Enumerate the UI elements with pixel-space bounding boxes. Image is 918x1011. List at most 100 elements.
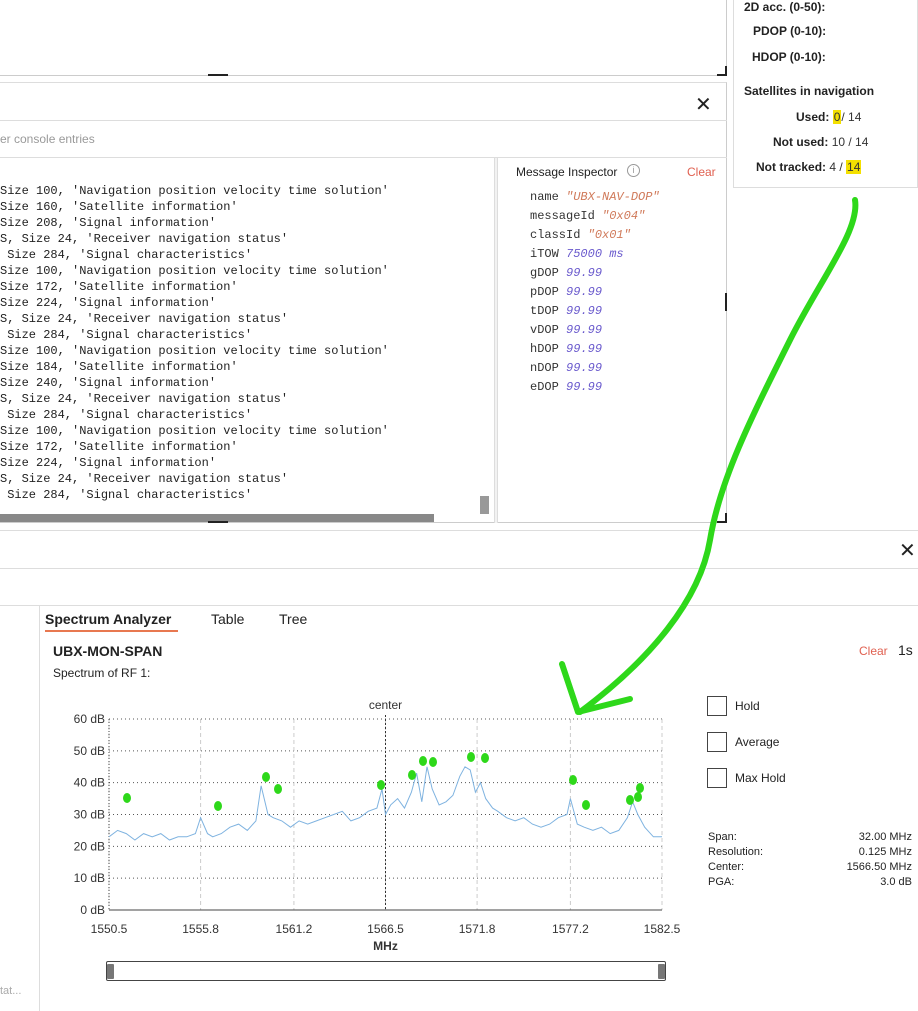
status-panel: 2D acc. (0-50): PDOP (0-10): HDOP (0-10)… [733, 0, 918, 188]
log-line: Size 284, 'Signal characteristics' [0, 488, 253, 502]
spectrum-close-icon[interactable]: ✕ [899, 538, 916, 563]
tab-tree[interactable]: Tree [279, 611, 307, 627]
field-value: 99.99 [566, 304, 603, 318]
log-line: Size 284, 'Signal characteristics' [0, 328, 253, 342]
not-tracked-row: Not tracked: 4 / 14 [756, 160, 862, 174]
inspector-clear-button[interactable]: Clear [687, 165, 716, 179]
used-total: / 14 [841, 110, 862, 124]
side-resize-handle[interactable] [725, 293, 727, 311]
range-handle-right[interactable] [658, 964, 665, 979]
inspector-field: gDOP 99.99 [530, 264, 660, 283]
field-value: "0x04" [602, 209, 646, 223]
inspector-body: name "UBX-NAV-DOP" messageId "0x04" classI… [530, 188, 660, 397]
spectrum-chart: 0 dB 10 dB 20 dB 30 dB 40 dB 50 dB 60 dB 1550.5… [74, 698, 681, 953]
hold-checkbox-box[interactable] [707, 696, 727, 716]
acc2d-label: 2D acc. (0-50): [744, 0, 826, 14]
spectrum-stats: Span: 32.00 MHz Resolution: 0.125 MHz Cent… [708, 830, 912, 890]
inspector-field: vDOP 99.99 [530, 321, 660, 340]
inspector-field: hDOP 99.99 [530, 340, 660, 359]
log-line: S, Size 24, 'Receiver navigation status' [0, 312, 289, 326]
log-line: Size 100, 'Navigation position velocity … [0, 344, 389, 358]
console-corner-resize-icon[interactable] [717, 513, 727, 523]
hold-checkbox[interactable]: Hold [707, 696, 760, 716]
field-key: eDOP [530, 380, 559, 394]
info-icon[interactable]: i [627, 164, 640, 177]
log-line: Size 284, 'Signal characteristics' [0, 408, 253, 422]
log-line: Size 100, 'Navigation position velocity … [0, 264, 389, 278]
spectrum-clear-button[interactable]: Clear [859, 644, 888, 658]
y-tick-label: 40 dB [74, 776, 105, 790]
max-hold-checkbox[interactable]: Max Hold [707, 768, 786, 788]
middle-resize-handle[interactable] [208, 521, 228, 523]
console-log[interactable]: Size 100, 'Navigation position velocity … [0, 183, 492, 513]
satellites-title: Satellites in navigation [744, 84, 875, 98]
stat-resolution: Resolution: 0.125 MHz [708, 846, 912, 858]
inspector-field: name "UBX-NAV-DOP" [530, 188, 660, 207]
x-tick-label: 1550.5 [91, 922, 128, 936]
top-corner-resize-icon[interactable] [717, 66, 727, 76]
field-key: pDOP [530, 285, 559, 299]
hold-label: Hold [735, 699, 760, 713]
inspector-field: eDOP 99.99 [530, 378, 660, 397]
not-tracked-label: Not tracked: [756, 160, 827, 174]
stat-pga: PGA: 3.0 dB [708, 876, 912, 888]
average-checkbox[interactable]: Average [707, 732, 779, 752]
field-value: "0x01" [587, 228, 631, 242]
x-axis-label: MHz [373, 939, 398, 953]
y-tick-label: 0 dB [80, 903, 105, 917]
spectrum-toolbar [0, 568, 918, 606]
used-row: Used: 0/ 14 [796, 110, 861, 124]
not-tracked-total: 14 [846, 160, 862, 174]
inspector-field: classId "0x01" [530, 226, 660, 245]
field-key: name [530, 190, 559, 204]
console-filter-input[interactable] [0, 128, 400, 150]
spectrum-subtitle: Spectrum of RF 1: [53, 666, 151, 680]
field-key: gDOP [530, 266, 559, 280]
x-tick-label: 1577.2 [552, 922, 589, 936]
max-hold-checkbox-box[interactable] [707, 768, 727, 788]
console-close-icon[interactable]: ✕ [695, 92, 712, 117]
log-line: S, Size 24, 'Receiver navigation status' [0, 392, 289, 406]
y-tick-label: 60 dB [74, 712, 105, 726]
max-hold-label: Max Hold [735, 771, 786, 785]
console-splitter[interactable] [494, 158, 498, 523]
log-line: Size 172, 'Satellite information' [0, 440, 238, 454]
center-label: center [369, 698, 402, 712]
log-line: S, Size 24, 'Receiver navigation status' [0, 472, 289, 486]
y-tick-label: 50 dB [74, 744, 105, 758]
field-key: iTOW [530, 247, 559, 261]
y-tick-label: 30 dB [74, 808, 105, 822]
field-value: 99.99 [566, 342, 603, 356]
refresh-rate[interactable]: 1s [898, 642, 913, 658]
top-resize-handle[interactable] [208, 74, 228, 76]
console-vertical-scrollbar[interactable] [480, 496, 489, 514]
range-slider[interactable] [106, 961, 666, 981]
left-list-strip [0, 606, 40, 1011]
field-value: 75000 ms [566, 247, 624, 261]
field-key: nDOP [530, 361, 559, 375]
top-panel [0, 0, 727, 76]
range-handle-left[interactable] [107, 964, 114, 979]
y-tick-label: 10 dB [74, 871, 105, 885]
log-line: Size 184, 'Satellite information' [0, 360, 238, 374]
field-key: hDOP [530, 342, 559, 356]
tab-table[interactable]: Table [211, 611, 244, 627]
field-value: 99.99 [566, 323, 603, 337]
inspector-field: messageId "0x04" [530, 207, 660, 226]
inspector-title: Message Inspector [516, 165, 618, 179]
log-line: Size 284, 'Signal characteristics' [0, 248, 253, 262]
not-used-row: Not used: 10 / 14 [773, 135, 868, 149]
log-line: Size 172, 'Satellite information' [0, 280, 238, 294]
hdop-label: HDOP (0-10): [752, 50, 826, 64]
left-strip-text[interactable]: tat... [0, 985, 21, 997]
field-value: 99.99 [566, 285, 603, 299]
x-tick-label: 1555.8 [182, 922, 219, 936]
log-line: Size 208, 'Signal information' [0, 216, 217, 230]
tab-spectrum-analyzer[interactable]: Spectrum Analyzer [45, 611, 171, 627]
field-key: messageId [530, 209, 595, 223]
field-value: "UBX-NAV-DOP" [566, 190, 660, 204]
average-checkbox-box[interactable] [707, 732, 727, 752]
not-tracked-value: 4 / [829, 160, 843, 174]
stat-center: Center: 1566.50 MHz [708, 861, 912, 873]
field-key: tDOP [530, 304, 559, 318]
